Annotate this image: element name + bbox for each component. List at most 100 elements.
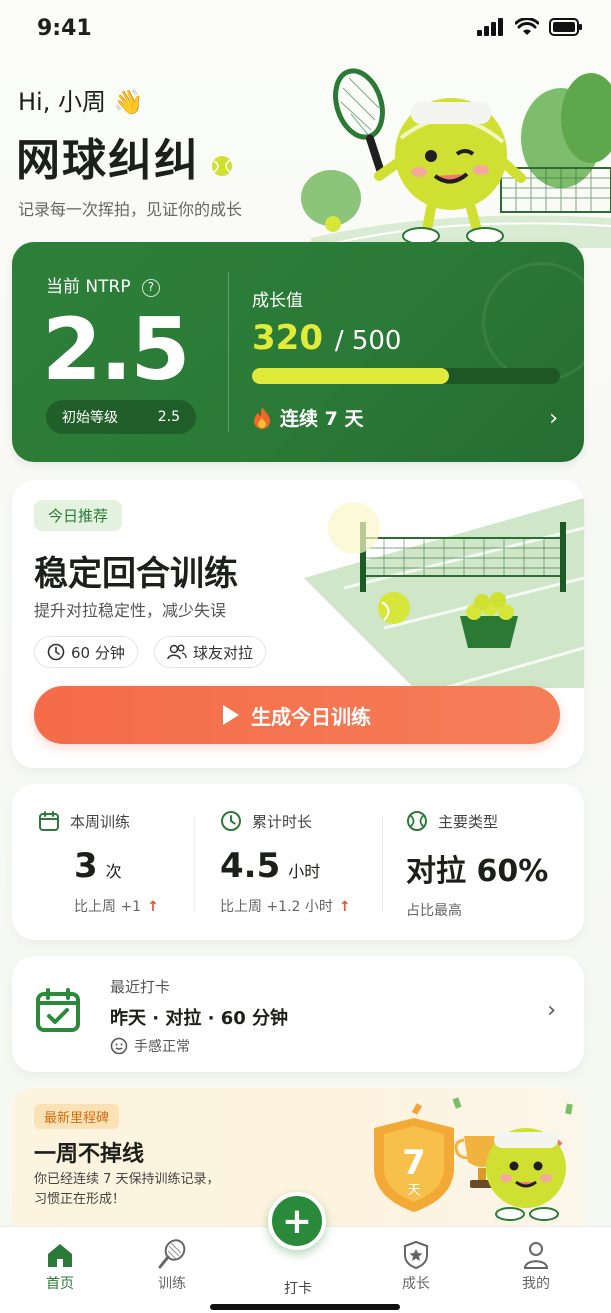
- app-title: 网球纠纠: [16, 124, 233, 188]
- clock-icon: [221, 811, 241, 831]
- home-screen: 9:41 Hi, 小周 👋 网球纠纠 记录每一次挥拍，见证你的成长 当前 NTR…: [0, 0, 611, 1313]
- generate-training-label: 生成今日训练: [251, 704, 371, 729]
- status-bar: 9:41: [0, 0, 611, 58]
- stat-value: 对拉 60%: [406, 854, 549, 889]
- growth-progress-fill: [252, 368, 450, 384]
- calendar-icon: [39, 811, 59, 831]
- shield-number: 7: [402, 1143, 426, 1183]
- chevron-right-icon[interactable]: ›: [549, 406, 558, 431]
- tab-growth[interactable]: 成长: [376, 1237, 456, 1293]
- growth-value: 320 / 500: [252, 318, 401, 358]
- checkin-label: 最近打卡: [110, 978, 171, 996]
- growth-progress-bar: [252, 368, 560, 384]
- generate-training-button[interactable]: 生成今日训练: [34, 686, 560, 744]
- stat-unit: 小时: [288, 862, 321, 881]
- tennis-ball-icon: [212, 156, 233, 176]
- stat-total-duration[interactable]: 累计时长 4.5 小时 比上周 +1.2 小时 ↑: [220, 810, 351, 916]
- arrow-up-icon: ↑: [338, 899, 351, 915]
- stat-value: 3: [74, 846, 98, 886]
- hero-section: Hi, 小周 👋 网球纠纠 记录每一次挥拍，见证你的成长: [0, 58, 611, 248]
- duration-chip: 60 分钟: [34, 636, 138, 668]
- ntrp-label: 当前 NTRP ?: [46, 272, 160, 297]
- ntrp-card[interactable]: 当前 NTRP ? 2.5 初始等级 2.5 成长值 320 / 500 连续 …: [12, 242, 584, 462]
- ntrp-label-text: 当前 NTRP: [46, 277, 131, 297]
- racket-icon: [158, 1239, 186, 1269]
- growth-label: 成长值: [252, 291, 303, 311]
- tab-growth-label: 成长: [402, 1276, 430, 1292]
- today-subtitle: 提升对拉稳定性，减少失误: [34, 601, 227, 620]
- checkin-summary: 昨天 · 对拉 · 60 分钟: [110, 1008, 289, 1029]
- stat-weekly-training[interactable]: 本周训练 3次 比上周 +1 ↑: [38, 810, 159, 916]
- play-icon: [223, 705, 239, 725]
- greeting-text: Hi, 小周 👋: [18, 88, 144, 116]
- tab-training[interactable]: 训练: [132, 1237, 212, 1293]
- stat-label: 主要类型: [438, 812, 499, 831]
- app-title-text: 网球纠纠: [16, 135, 200, 186]
- ball-watermark-icon: [482, 262, 584, 382]
- status-icons: [477, 18, 583, 36]
- milestone-badge: 最新里程碑: [34, 1104, 120, 1129]
- tab-home[interactable]: 首页: [20, 1237, 100, 1293]
- initial-level-pill: 初始等级 2.5: [46, 400, 196, 434]
- users-icon: [167, 644, 187, 660]
- battery-icon: [549, 18, 582, 36]
- stats-card: 本周训练 3次 比上周 +1 ↑ 累计时长 4.5 小时 比上周 +1.2 小时…: [12, 784, 584, 940]
- signal-icon: [477, 18, 503, 36]
- checkin-fab-button[interactable]: +: [268, 1192, 326, 1250]
- mode-text: 球友对拉: [193, 643, 254, 662]
- stat-compare: 比上周 +1: [74, 899, 142, 915]
- card-divider: [228, 272, 229, 432]
- duration-text: 60 分钟: [71, 643, 125, 662]
- tab-me-label: 我的: [522, 1276, 550, 1292]
- milestone-illustration: 7 天: [374, 1097, 573, 1221]
- growth-max: / 500: [334, 326, 402, 356]
- initial-level-value: 2.5: [157, 409, 180, 425]
- stat-label: 累计时长: [252, 812, 313, 831]
- stats-divider: [382, 816, 383, 912]
- streak-row[interactable]: 连续 7 天: [252, 404, 363, 431]
- tab-me[interactable]: 我的: [496, 1237, 576, 1293]
- chevron-right-icon[interactable]: ›: [547, 998, 556, 1023]
- wifi-icon: [515, 18, 539, 35]
- mascot-hero-illustration: [301, 68, 611, 248]
- stat-value: 4.5: [220, 846, 281, 886]
- clock-icon: [47, 643, 65, 661]
- milestone-description: 你已经连续 7 天保持训练记录， 习惯正在形成！: [34, 1170, 274, 1210]
- help-icon[interactable]: ?: [141, 279, 160, 297]
- plus-icon: +: [281, 1200, 313, 1242]
- tennis-ball-icon: [407, 811, 427, 831]
- stat-compare: 占比最高: [406, 903, 462, 919]
- calendar-check-icon: [36, 988, 80, 1032]
- smile-icon: [110, 1037, 128, 1055]
- today-recommend-card: 今日推荐 稳定回合训练 提升对拉稳定性，减少失误 60 分钟 球友对拉 生成今日…: [12, 480, 584, 768]
- stat-unit: 次: [105, 862, 122, 881]
- ntrp-value: 2.5: [42, 300, 190, 400]
- home-indicator: [210, 1304, 400, 1310]
- tagline-text: 记录每一次挥拍，见证你的成长: [18, 200, 243, 219]
- milestone-title: 一周不掉线: [34, 1142, 145, 1167]
- recent-checkin-card[interactable]: 最近打卡 昨天 · 对拉 · 60 分钟 手感正常 ›: [12, 956, 584, 1072]
- tab-checkin-label: 打卡: [284, 1281, 312, 1297]
- stat-main-type[interactable]: 主要类型 对拉 60% 占比最高: [406, 810, 548, 920]
- arrow-up-icon: ↑: [147, 899, 159, 915]
- tennis-court-illustration: [304, 498, 584, 688]
- growth-current: 320: [252, 318, 323, 358]
- status-time: 9:41: [37, 16, 92, 41]
- today-title: 稳定回合训练: [34, 554, 238, 594]
- shield-unit: 天: [407, 1183, 420, 1198]
- milestone-desc-line: 你已经连续 7 天保持训练记录，: [34, 1172, 220, 1187]
- user-icon: [523, 1242, 549, 1269]
- checkin-feeling-text: 手感正常: [134, 1039, 190, 1055]
- stats-divider: [194, 816, 195, 912]
- checkin-feeling: 手感正常: [110, 1036, 190, 1056]
- shield-star-icon: [404, 1240, 428, 1270]
- today-badge: 今日推荐: [34, 500, 123, 531]
- home-icon: [48, 1244, 72, 1267]
- streak-text: 连续 7 天: [280, 408, 364, 430]
- milestone-desc-line: 习惯正在形成！: [34, 1192, 126, 1207]
- initial-level-label: 初始等级: [62, 410, 118, 426]
- tab-training-label: 训练: [158, 1276, 186, 1292]
- mode-chip: 球友对拉: [154, 636, 267, 668]
- fire-icon: [254, 406, 270, 429]
- tab-home-label: 首页: [46, 1276, 74, 1292]
